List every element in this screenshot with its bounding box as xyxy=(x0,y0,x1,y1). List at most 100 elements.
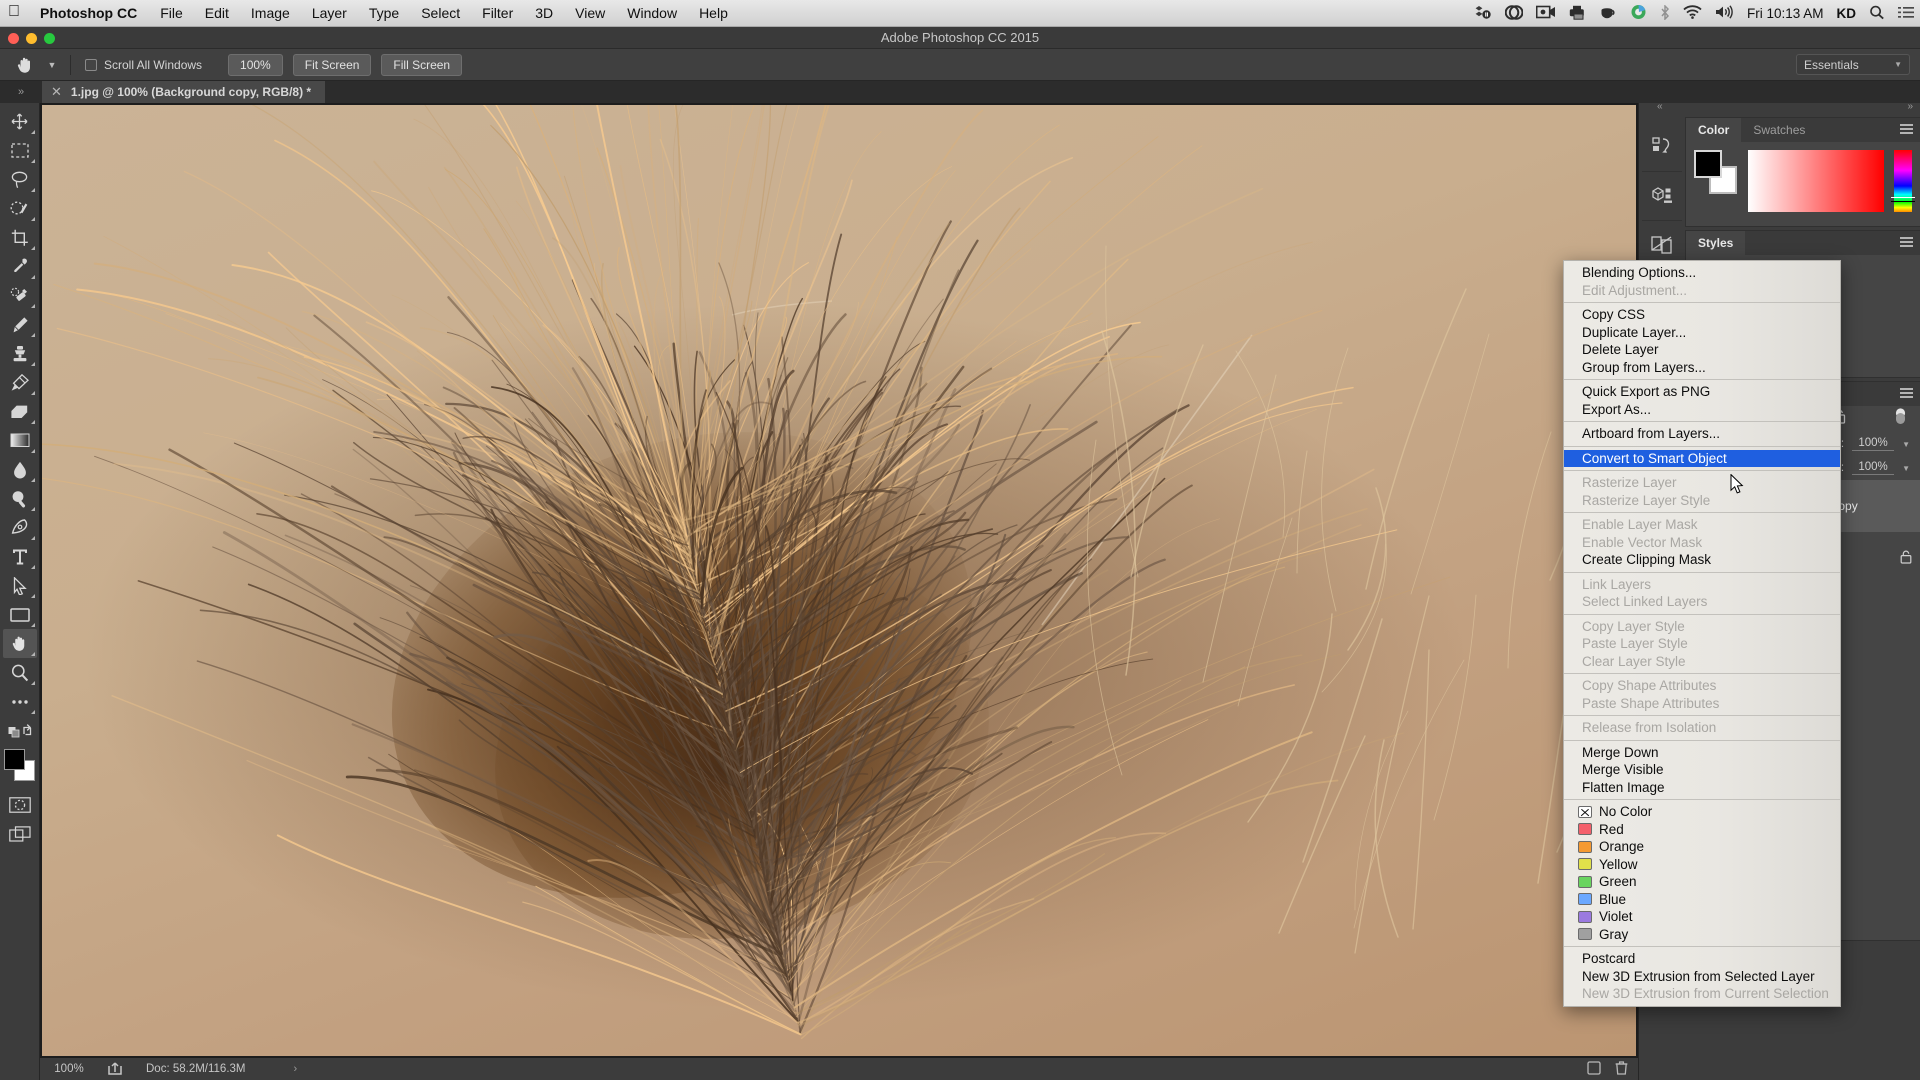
rectangle-tool[interactable] xyxy=(3,600,37,629)
hue-strip[interactable] xyxy=(1891,150,1915,212)
pen-tool[interactable] xyxy=(3,513,37,542)
search-icon[interactable] xyxy=(1869,5,1885,23)
menu-file[interactable]: File xyxy=(149,5,194,21)
new-document-icon[interactable] xyxy=(1587,1060,1601,1078)
panel-menu-icon[interactable] xyxy=(1900,388,1913,400)
eyedropper-tool[interactable] xyxy=(3,252,37,281)
current-user[interactable]: KD xyxy=(1837,6,1857,21)
horizontal-type-tool[interactable] xyxy=(3,542,37,571)
foreground-background-color[interactable] xyxy=(3,748,37,782)
menu-item-postcard[interactable]: Postcard xyxy=(1564,950,1840,968)
menu-color-yellow[interactable]: Yellow xyxy=(1564,856,1840,874)
crop-tool[interactable] xyxy=(3,223,37,252)
menu-item-duplicate-layer[interactable]: Duplicate Layer... xyxy=(1564,324,1840,342)
edit-toolbar-tool[interactable] xyxy=(3,687,37,716)
move-tool[interactable] xyxy=(3,107,37,136)
checkbox-box[interactable] xyxy=(85,58,97,71)
panel-menu-icon[interactable] xyxy=(1900,124,1913,136)
hand-tool-icon[interactable] xyxy=(6,52,44,78)
fit-screen-button[interactable]: Fit Screen xyxy=(292,53,372,76)
menu-color-no-color[interactable]: No Color xyxy=(1564,803,1840,821)
menu-item-quick-export-as-png[interactable]: Quick Export as PNG xyxy=(1564,383,1840,401)
color-field[interactable] xyxy=(1748,150,1884,212)
path-selection-tool[interactable] xyxy=(3,571,37,600)
hand-tool[interactable] xyxy=(2,629,37,658)
system-clock[interactable]: Fri 10:13 AM xyxy=(1747,6,1824,21)
menu-item-artboard-from-layers[interactable]: Artboard from Layers... xyxy=(1564,425,1840,443)
canvas-image-pampas-grass[interactable] xyxy=(42,105,1636,1056)
change-screen-mode[interactable] xyxy=(3,819,37,848)
menu-color-blue[interactable]: Blue xyxy=(1564,891,1840,909)
menu-window[interactable]: Window xyxy=(616,5,688,21)
minimize-window-button[interactable] xyxy=(26,32,37,44)
zoom-100-button[interactable]: 100% xyxy=(228,53,283,76)
menu-item-group-from-layers[interactable]: Group from Layers... xyxy=(1564,359,1840,377)
creative-cloud-icon[interactable] xyxy=(1504,4,1524,23)
menu-color-green[interactable]: Green xyxy=(1564,873,1840,891)
menu-select[interactable]: Select xyxy=(410,5,471,21)
menu-help[interactable]: Help xyxy=(688,5,739,21)
bluetooth-icon[interactable] xyxy=(1660,3,1670,23)
menu-item-convert-to-smart-object[interactable]: Convert to Smart Object xyxy=(1564,449,1840,467)
notification-center-icon[interactable] xyxy=(1898,6,1914,22)
panel-expand-arrows-icon[interactable]: » xyxy=(0,81,42,103)
menu-item-copy-css[interactable]: Copy CSS xyxy=(1564,306,1840,324)
tab-styles[interactable]: Styles xyxy=(1686,231,1746,255)
share-icon[interactable] xyxy=(98,1061,132,1078)
browser-icon[interactable] xyxy=(1630,4,1647,23)
menu-3d[interactable]: 3D xyxy=(524,5,564,21)
dodge-tool[interactable] xyxy=(3,484,37,513)
menu-item-merge-visible[interactable]: Merge Visible xyxy=(1564,761,1840,779)
gradient-tool[interactable] xyxy=(3,426,37,455)
printer-icon[interactable] xyxy=(1569,5,1587,23)
menu-item-delete-layer[interactable]: Delete Layer xyxy=(1564,341,1840,359)
wifi-icon[interactable] xyxy=(1683,5,1702,22)
menu-color-violet[interactable]: Violet xyxy=(1564,908,1840,926)
status-expand-caret-icon[interactable]: › xyxy=(246,1063,298,1075)
workspace-switcher[interactable]: Essentials ▼ xyxy=(1796,54,1910,75)
menu-view[interactable]: View xyxy=(564,5,616,21)
history-brush-tool[interactable] xyxy=(3,368,37,397)
chevron-down-icon[interactable]: ▼ xyxy=(1902,440,1910,449)
clone-stamp-tool[interactable] xyxy=(3,339,37,368)
color-picker-body[interactable] xyxy=(1686,142,1920,226)
opacity-value[interactable]: 100% xyxy=(1852,437,1895,451)
scroll-all-windows-checkbox[interactable]: Scroll All Windows xyxy=(85,58,202,72)
tool-preset-chevron-down-icon[interactable]: ▼ xyxy=(44,60,60,70)
fill-opacity-ball-icon[interactable] xyxy=(1893,408,1908,430)
menu-item-flatten-image[interactable]: Flatten Image xyxy=(1564,779,1840,797)
eraser-tool[interactable] xyxy=(3,397,37,426)
collapse-right-icon[interactable]: » xyxy=(1907,101,1913,112)
volume-icon[interactable] xyxy=(1715,5,1734,22)
menu-layer[interactable]: Layer xyxy=(301,5,358,21)
menu-item-merge-down[interactable]: Merge Down xyxy=(1564,744,1840,762)
menu-item-blending-options[interactable]: Blending Options... xyxy=(1564,264,1840,282)
fill-screen-button[interactable]: Fill Screen xyxy=(381,53,463,76)
rectangular-marquee-tool[interactable] xyxy=(3,136,37,165)
screen-record-icon[interactable] xyxy=(1535,5,1556,22)
spot-healing-brush-tool[interactable] xyxy=(3,281,37,310)
active-app-name[interactable]: Photoshop CC xyxy=(28,5,149,21)
color-swatches[interactable] xyxy=(1694,150,1738,194)
default-and-swap-colors[interactable] xyxy=(3,716,37,745)
collapse-left-icon[interactable]: « xyxy=(1657,101,1663,112)
menu-filter[interactable]: Filter xyxy=(471,5,524,21)
history-panel-icon[interactable] xyxy=(1645,130,1679,164)
menu-color-gray[interactable]: Gray xyxy=(1564,926,1840,944)
coffee-icon[interactable] xyxy=(1600,5,1617,22)
brush-tool[interactable] xyxy=(3,310,37,339)
menu-item-create-clipping-mask[interactable]: Create Clipping Mask xyxy=(1564,551,1840,569)
menu-type[interactable]: Type xyxy=(358,5,410,21)
zoom-level[interactable]: 100% xyxy=(40,1063,98,1075)
menu-color-red[interactable]: Red xyxy=(1564,821,1840,839)
quick-selection-tool[interactable] xyxy=(3,194,37,223)
foreground-color-swatch[interactable] xyxy=(3,749,25,770)
tab-swatches[interactable]: Swatches xyxy=(1741,118,1817,142)
blur-tool[interactable] xyxy=(3,455,37,484)
document-tab[interactable]: ✕ 1.jpg @ 100% (Background copy, RGB/8) … xyxy=(42,81,326,103)
layer-context-menu[interactable]: Blending Options... Edit Adjustment... Cop… xyxy=(1563,260,1841,1007)
zoom-tool[interactable] xyxy=(3,658,37,687)
3d-panel-icon[interactable] xyxy=(1645,179,1679,213)
fill-value[interactable]: 100% xyxy=(1852,461,1895,475)
zoom-window-button[interactable] xyxy=(44,32,55,44)
